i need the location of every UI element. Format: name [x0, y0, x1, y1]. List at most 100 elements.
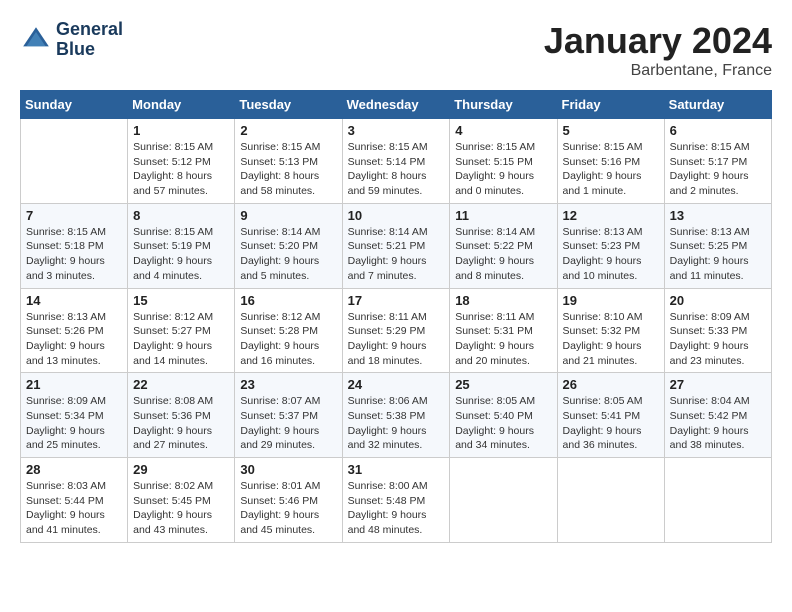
calendar-cell: 22 Sunrise: 8:08 AMSunset: 5:36 PMDayligh… — [128, 373, 235, 458]
day-info: Sunrise: 8:03 AMSunset: 5:44 PMDaylight:… — [26, 479, 122, 538]
calendar-cell: 10Sunrise: 8:14 AMSunset: 5:21 PMDayligh… — [342, 203, 450, 288]
day-number: 13 — [670, 208, 766, 223]
day-number: 16 — [240, 293, 336, 308]
day-of-week-header: Wednesday — [342, 91, 450, 119]
day-info: Sunrise: 8:08 AMSunset: 5:36 PMDaylight:… — [133, 394, 229, 453]
day-of-week-header: Sunday — [21, 91, 128, 119]
day-info: Sunrise: 8:15 AMSunset: 5:18 PMDaylight:… — [26, 225, 122, 284]
month-title: January 2024 — [544, 20, 772, 62]
day-info: Sunrise: 8:04 AMSunset: 5:42 PMDaylight:… — [670, 394, 766, 453]
day-number: 21 — [26, 377, 122, 392]
day-info: Sunrise: 8:15 AMSunset: 5:16 PMDaylight:… — [563, 140, 659, 199]
calendar-cell — [450, 458, 557, 543]
calendar-week-row: 1Sunrise: 8:15 AMSunset: 5:12 PMDaylight… — [21, 119, 772, 204]
day-info: Sunrise: 8:13 AMSunset: 5:26 PMDaylight:… — [26, 310, 122, 369]
calendar-cell: 3 Sunrise: 8:15 AMSunset: 5:14 PMDaylight… — [342, 119, 450, 204]
day-number: 10 — [348, 208, 445, 223]
day-number: 7 — [26, 208, 122, 223]
day-info: Sunrise: 8:05 AMSunset: 5:41 PMDaylight:… — [563, 394, 659, 453]
calendar-week-row: 14 Sunrise: 8:13 AMSunset: 5:26 PMDayligh… — [21, 288, 772, 373]
calendar-cell: 30Sunrise: 8:01 AMSunset: 5:46 PMDayligh… — [235, 458, 342, 543]
logo-icon — [20, 24, 52, 56]
day-number: 11 — [455, 208, 551, 223]
day-info: Sunrise: 8:07 AMSunset: 5:37 PMDaylight:… — [240, 394, 336, 453]
page-header: General Blue January 2024 Barbentane, Fr… — [20, 20, 772, 80]
day-number: 20 — [670, 293, 766, 308]
day-number: 14 — [26, 293, 122, 308]
calendar-cell — [664, 458, 771, 543]
calendar-cell — [21, 119, 128, 204]
day-number: 5 — [563, 123, 659, 138]
day-number: 31 — [348, 462, 445, 477]
calendar-cell: 26 Sunrise: 8:05 AMSunset: 5:41 PMDayligh… — [557, 373, 664, 458]
day-of-week-header: Monday — [128, 91, 235, 119]
day-info: Sunrise: 8:12 AMSunset: 5:28 PMDaylight:… — [240, 310, 336, 369]
day-of-week-header: Friday — [557, 91, 664, 119]
calendar-cell: 12 Sunrise: 8:13 AMSunset: 5:23 PMDayligh… — [557, 203, 664, 288]
calendar-cell: 16 Sunrise: 8:12 AMSunset: 5:28 PMDayligh… — [235, 288, 342, 373]
day-info: Sunrise: 8:00 AMSunset: 5:48 PMDaylight:… — [348, 479, 445, 538]
day-of-week-header: Thursday — [450, 91, 557, 119]
day-info: Sunrise: 8:02 AMSunset: 5:45 PMDaylight:… — [133, 479, 229, 538]
calendar-cell: 5 Sunrise: 8:15 AMSunset: 5:16 PMDaylight… — [557, 119, 664, 204]
calendar-cell: 18 Sunrise: 8:11 AMSunset: 5:31 PMDayligh… — [450, 288, 557, 373]
calendar-cell: 6 Sunrise: 8:15 AMSunset: 5:17 PMDaylight… — [664, 119, 771, 204]
day-number: 9 — [240, 208, 336, 223]
day-info: Sunrise: 8:15 AMSunset: 5:17 PMDaylight:… — [670, 140, 766, 199]
calendar-cell: 28Sunrise: 8:03 AMSunset: 5:44 PMDayligh… — [21, 458, 128, 543]
day-info: Sunrise: 8:11 AMSunset: 5:31 PMDaylight:… — [455, 310, 551, 369]
title-area: January 2024 Barbentane, France — [544, 20, 772, 80]
day-info: Sunrise: 8:15 AMSunset: 5:15 PMDaylight:… — [455, 140, 551, 199]
day-info: Sunrise: 8:09 AMSunset: 5:33 PMDaylight:… — [670, 310, 766, 369]
day-number: 29 — [133, 462, 229, 477]
day-number: 17 — [348, 293, 445, 308]
calendar-table: SundayMondayTuesdayWednesdayThursdayFrid… — [20, 90, 772, 543]
logo-text: General Blue — [56, 20, 123, 60]
day-info: Sunrise: 8:15 AMSunset: 5:14 PMDaylight:… — [348, 140, 445, 199]
day-info: Sunrise: 8:10 AMSunset: 5:32 PMDaylight:… — [563, 310, 659, 369]
day-info: Sunrise: 8:14 AMSunset: 5:20 PMDaylight:… — [240, 225, 336, 284]
calendar-cell — [557, 458, 664, 543]
day-number: 18 — [455, 293, 551, 308]
calendar-cell: 9 Sunrise: 8:14 AMSunset: 5:20 PMDaylight… — [235, 203, 342, 288]
day-number: 2 — [240, 123, 336, 138]
calendar-cell: 21 Sunrise: 8:09 AMSunset: 5:34 PMDayligh… — [21, 373, 128, 458]
logo: General Blue — [20, 20, 123, 60]
calendar-cell: 1Sunrise: 8:15 AMSunset: 5:12 PMDaylight… — [128, 119, 235, 204]
day-info: Sunrise: 8:15 AMSunset: 5:19 PMDaylight:… — [133, 225, 229, 284]
calendar-week-row: 28Sunrise: 8:03 AMSunset: 5:44 PMDayligh… — [21, 458, 772, 543]
calendar-cell: 7 Sunrise: 8:15 AMSunset: 5:18 PMDaylight… — [21, 203, 128, 288]
day-number: 26 — [563, 377, 659, 392]
calendar-cell: 4 Sunrise: 8:15 AMSunset: 5:15 PMDaylight… — [450, 119, 557, 204]
day-info: Sunrise: 8:13 AMSunset: 5:23 PMDaylight:… — [563, 225, 659, 284]
day-of-week-header: Saturday — [664, 91, 771, 119]
day-of-week-header: Tuesday — [235, 91, 342, 119]
calendar-cell: 23 Sunrise: 8:07 AMSunset: 5:37 PMDayligh… — [235, 373, 342, 458]
location: Barbentane, France — [544, 62, 772, 80]
calendar-cell: 19 Sunrise: 8:10 AMSunset: 5:32 PMDayligh… — [557, 288, 664, 373]
calendar-week-row: 21 Sunrise: 8:09 AMSunset: 5:34 PMDayligh… — [21, 373, 772, 458]
day-number: 8 — [133, 208, 229, 223]
day-info: Sunrise: 8:14 AMSunset: 5:22 PMDaylight:… — [455, 225, 551, 284]
day-number: 3 — [348, 123, 445, 138]
day-number: 6 — [670, 123, 766, 138]
calendar-cell: 14 Sunrise: 8:13 AMSunset: 5:26 PMDayligh… — [21, 288, 128, 373]
day-number: 22 — [133, 377, 229, 392]
day-info: Sunrise: 8:05 AMSunset: 5:40 PMDaylight:… — [455, 394, 551, 453]
day-number: 4 — [455, 123, 551, 138]
day-info: Sunrise: 8:13 AMSunset: 5:25 PMDaylight:… — [670, 225, 766, 284]
calendar-cell: 11 Sunrise: 8:14 AMSunset: 5:22 PMDayligh… — [450, 203, 557, 288]
day-info: Sunrise: 8:09 AMSunset: 5:34 PMDaylight:… — [26, 394, 122, 453]
calendar-cell: 25Sunrise: 8:05 AMSunset: 5:40 PMDayligh… — [450, 373, 557, 458]
day-info: Sunrise: 8:15 AMSunset: 5:12 PMDaylight:… — [133, 140, 229, 199]
day-number: 12 — [563, 208, 659, 223]
calendar-header-row: SundayMondayTuesdayWednesdayThursdayFrid… — [21, 91, 772, 119]
day-info: Sunrise: 8:11 AMSunset: 5:29 PMDaylight:… — [348, 310, 445, 369]
day-info: Sunrise: 8:06 AMSunset: 5:38 PMDaylight:… — [348, 394, 445, 453]
day-info: Sunrise: 8:15 AMSunset: 5:13 PMDaylight:… — [240, 140, 336, 199]
day-number: 15 — [133, 293, 229, 308]
day-number: 19 — [563, 293, 659, 308]
day-number: 23 — [240, 377, 336, 392]
calendar-cell: 20 Sunrise: 8:09 AMSunset: 5:33 PMDayligh… — [664, 288, 771, 373]
day-number: 24 — [348, 377, 445, 392]
